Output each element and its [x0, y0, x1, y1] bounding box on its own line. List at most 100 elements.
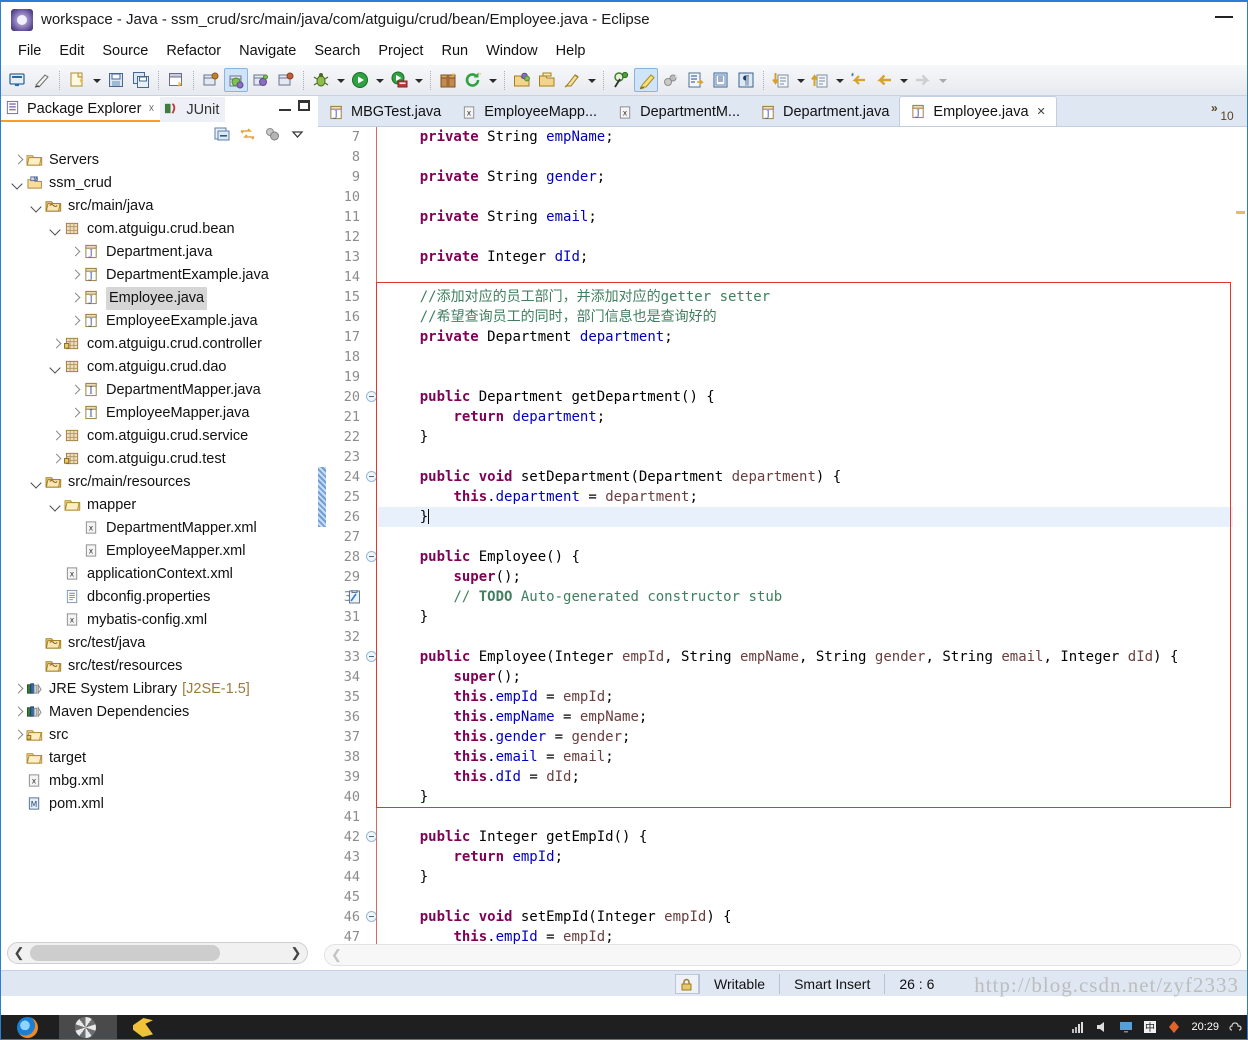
chevron-right-icon[interactable] [66, 310, 83, 333]
new-package-icon[interactable] [436, 68, 460, 92]
menu-window[interactable]: Window [477, 40, 547, 62]
tree-item-employeeexample-java[interactable]: J EmployeeExample.java [1, 310, 314, 333]
run-dropdown-arrow[interactable] [373, 68, 386, 92]
new-wizard-icon[interactable] [65, 68, 89, 92]
menu-project[interactable]: Project [369, 40, 432, 62]
editor-horizontal-scrollbar[interactable]: ❮ [324, 944, 1241, 966]
toggle-icon[interactable] [659, 68, 683, 92]
tree-item-src[interactable]: src [1, 724, 314, 747]
code-text-area[interactable]: private String empName; private String g… [378, 127, 1247, 944]
taskbar-settings[interactable] [59, 1015, 117, 1039]
tree-item-employeemapper-java[interactable]: I EmployeeMapper.java [1, 402, 314, 425]
back-icon[interactable] [872, 68, 896, 92]
code-line[interactable]: } [378, 867, 1247, 887]
chevron-down-icon[interactable] [28, 471, 45, 494]
chevron-right-icon[interactable] [9, 724, 26, 747]
tree-item-mapper[interactable]: mapper [1, 494, 314, 517]
code-line[interactable]: //希望查询员工的同时，部门信息也是查询好的 [378, 307, 1247, 327]
new-java-project-icon[interactable] [5, 68, 29, 92]
code-line[interactable]: public void setDepartment(Department dep… [378, 467, 1247, 487]
code-line[interactable]: this.department = department; [378, 487, 1247, 507]
tray-network-icon[interactable] [1071, 1020, 1085, 1034]
code-line[interactable] [378, 347, 1247, 367]
debug-dropdown-arrow[interactable] [334, 68, 347, 92]
chevron-down-icon[interactable] [28, 195, 45, 218]
code-line[interactable] [378, 887, 1247, 907]
refresh-icon[interactable] [461, 68, 485, 92]
scroll-right-arrow[interactable]: ❯ [285, 945, 307, 961]
tab-package-explorer[interactable]: Package Explorer ☓ [1, 97, 161, 122]
tree-item-servers[interactable]: Servers [1, 149, 314, 172]
scroll-thumb[interactable] [30, 945, 220, 961]
chevron-right-icon[interactable] [9, 149, 26, 172]
taskbar-firefox[interactable] [1, 1015, 59, 1039]
editor-tab-employee-java[interactable]: J Employee.java ✕ [899, 96, 1057, 126]
tree-item-pom-xml[interactable]: Mpom.xml [1, 793, 314, 816]
taskbar-clock[interactable]: 20:29 [1191, 1021, 1219, 1033]
code-line[interactable]: public void setEmpId(Integer empId) { [378, 907, 1247, 927]
chevron-right-icon[interactable] [47, 425, 64, 448]
link-broken-icon[interactable] [30, 68, 54, 92]
code-line[interactable]: this.empName = empName; [378, 707, 1247, 727]
code-line[interactable]: this.gender = gender; [378, 727, 1247, 747]
chevron-right-icon[interactable] [47, 333, 64, 356]
tree-item-departmentmapper-java[interactable]: I DepartmentMapper.java [1, 379, 314, 402]
code-line[interactable]: return department; [378, 407, 1247, 427]
code-line[interactable]: // TODO Auto-generated constructor stub [378, 587, 1247, 607]
scroll-left-arrow[interactable]: ❮ [8, 945, 30, 961]
explorer-horizontal-scrollbar[interactable]: ❮ ❯ [7, 942, 308, 964]
previous-member-icon[interactable] [808, 68, 832, 92]
close-icon[interactable]: ☓ [148, 102, 154, 115]
code-line[interactable] [378, 227, 1247, 247]
open-task-icon[interactable] [224, 68, 248, 92]
tree-item-mbg-xml[interactable]: x mbg.xml [1, 770, 314, 793]
save-all-icon[interactable] [129, 68, 153, 92]
editor-tab-department-java[interactable]: J Department.java [750, 98, 899, 126]
book-icon[interactable] [709, 68, 733, 92]
highlight-icon[interactable] [634, 68, 658, 92]
last-edit-location-icon[interactable] [847, 68, 871, 92]
link-with-editor-icon[interactable] [239, 126, 256, 143]
code-line[interactable]: public Integer getEmpId() { [378, 827, 1247, 847]
taskbar-eclipse[interactable] [117, 1015, 175, 1039]
next-member-dropdown-arrow[interactable] [794, 68, 807, 92]
previous-member-dropdown-arrow[interactable] [833, 68, 846, 92]
view-menu-icon[interactable] [289, 126, 306, 143]
new-java-class-icon[interactable] [164, 68, 188, 92]
chevron-right-icon[interactable] [66, 402, 83, 425]
chevron-right-icon[interactable] [66, 241, 83, 264]
tree-item-jre-system-library[interactable]: JRE System Library [J2SE-1.5] [1, 678, 314, 701]
code-line[interactable]: } [378, 787, 1247, 807]
next-member-icon[interactable] [769, 68, 793, 92]
code-line[interactable]: //添加对应的员工部门，并添加对应的getter setter [378, 287, 1247, 307]
tree-item-employeemapper-xml[interactable]: x EmployeeMapper.xml [1, 540, 314, 563]
tree-item-departmentmapper-xml[interactable]: x DepartmentMapper.xml [1, 517, 314, 540]
tray-app-icon[interactable] [1167, 1020, 1181, 1034]
editor-tab-departmentm-[interactable]: x DepartmentM... [607, 98, 750, 126]
chevron-right-icon[interactable] [66, 287, 83, 310]
chevron-down-icon[interactable] [47, 356, 64, 379]
code-line[interactable]: this.dId = dId; [378, 767, 1247, 787]
open-element-icon[interactable] [274, 68, 298, 92]
tree-item-department-java[interactable]: J Department.java [1, 241, 314, 264]
open-perspective-icon[interactable] [535, 68, 559, 92]
close-icon[interactable]: ✕ [1037, 105, 1046, 118]
code-line[interactable]: public Employee() { [378, 547, 1247, 567]
tree-item-com-atguigu-crud-service[interactable]: com.atguigu.crud.service [1, 425, 314, 448]
tray-ime-icon[interactable]: 中 [1143, 1020, 1157, 1034]
menu-refactor[interactable]: Refactor [157, 40, 230, 62]
menu-run[interactable]: Run [432, 40, 477, 62]
code-line[interactable]: public Employee(Integer empId, String em… [378, 647, 1247, 667]
code-line[interactable]: this.empId = empId; [378, 927, 1247, 944]
collapse-all-icon[interactable] [214, 126, 231, 143]
more-tabs-button[interactable]: » 10 [1209, 97, 1245, 125]
menu-file[interactable]: File [9, 40, 50, 62]
code-line[interactable] [378, 267, 1247, 287]
code-line-current[interactable]: } [378, 507, 1247, 527]
new-wizard-dropdown-arrow[interactable] [90, 68, 103, 92]
tree-item-departmentexample-java[interactable]: J DepartmentExample.java [1, 264, 314, 287]
tray-volume-icon[interactable] [1095, 1020, 1109, 1034]
refresh-dropdown-arrow[interactable] [486, 68, 499, 92]
editor-tab-employeemapp-[interactable]: x EmployeeMapp... [451, 98, 607, 126]
tab-junit[interactable]: JUnit [160, 97, 226, 122]
